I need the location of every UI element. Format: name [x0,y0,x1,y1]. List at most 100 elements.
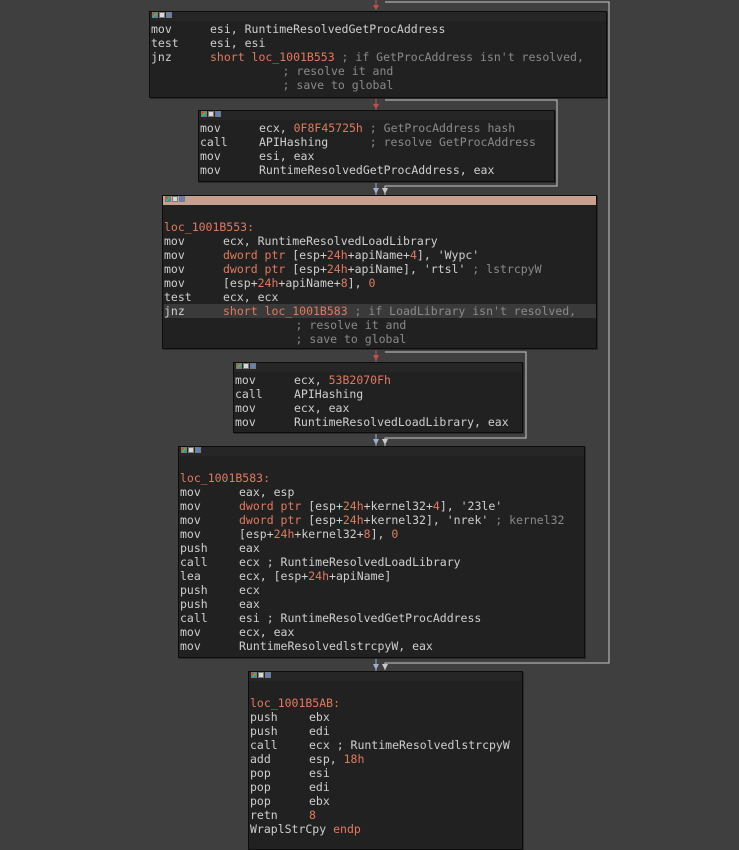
code-block-1[interactable]: mov esi, RuntimeResolvedGetProcAddress tes… [149,11,607,98]
operand[interactable]: 24h [308,569,329,583]
operand[interactable]: 8 [364,527,371,541]
operand[interactable]: 'Wypc' [438,248,480,262]
label-ref[interactable]: dword ptr [223,262,292,276]
graph-color-icon[interactable] [251,672,257,678]
instruction-line[interactable]: mov dword ptr [esp+24h+kernel32], 'nrek' … [180,513,584,527]
operand[interactable]: RuntimeResolvedlstrcpyW, eax [239,639,433,653]
operand[interactable]: 4 [410,248,417,262]
operand[interactable]: 8 [341,276,348,290]
operand[interactable]: ebx [309,794,330,808]
mnemonic[interactable]: mov [164,262,223,276]
instruction-line[interactable]: mov RuntimeResolvedGetProcAddress, eax [200,163,554,177]
operand[interactable]: [esp+ [308,513,343,527]
mnemonic[interactable]: mov [151,22,210,36]
operand[interactable]: eax, esp [239,485,294,499]
operand[interactable]: ], [417,248,438,262]
graph-color-icon[interactable] [181,447,187,453]
mnemonic[interactable]: push [250,710,309,724]
operand[interactable]: esp, [309,752,344,766]
operand[interactable]: esi, RuntimeResolvedGetProcAddress [210,22,445,36]
operand[interactable]: +apiName+ [348,248,410,262]
label-line[interactable]: ; save to global [151,78,606,92]
mnemonic[interactable]: test [164,290,223,304]
operand[interactable]: +kernel32+ [294,527,363,541]
instruction-line[interactable]: mov ecx, RuntimeResolvedLoadLibrary [164,234,596,248]
operand[interactable]: esi, eax [259,149,314,163]
mnemonic[interactable]: push [250,724,309,738]
operand[interactable]: ecx, eax [294,401,349,415]
edit-icon[interactable] [243,363,249,369]
mnemonic[interactable]: call [200,135,259,149]
operand[interactable]: 24h [327,248,348,262]
code-block-3[interactable]: loc_1001B553: mov ecx, RuntimeResolvedLoad… [162,195,597,349]
operand[interactable]: ecx, [294,373,329,387]
code-block-6[interactable]: loc_1001B5AB: push ebx push edi call ecx ; Run… [248,671,523,850]
operand[interactable]: 18h [344,752,365,766]
instruction-line[interactable]: call ecx ; RuntimeResolvedLoadLibrary [180,555,584,569]
label-line[interactable]: ; resolve it and [164,318,596,332]
edit-icon[interactable] [188,447,194,453]
instruction-line[interactable]: mov ecx, 0F8F45725h ; GetProcAddress hash [200,121,554,135]
operand[interactable]: +apiName], [348,262,424,276]
mnemonic[interactable]: mov [180,499,239,513]
operand[interactable]: RuntimeResolvedGetProcAddress, eax [259,163,494,177]
operand[interactable]: 24h [343,513,364,527]
label-ref[interactable]: dword ptr [239,499,308,513]
instruction-line[interactable]: mov [esp+24h+apiName+8], 0 [164,276,596,290]
mnemonic[interactable]: add [250,752,309,766]
edit-icon[interactable] [208,111,214,117]
operand[interactable]: 24h [258,276,279,290]
label-ref[interactable]: short loc_1001B583 [223,304,348,318]
instruction-line[interactable]: mov RuntimeResolvedLoadLibrary, eax [235,415,522,429]
mnemonic[interactable]: mov [164,248,223,262]
label-line[interactable]: loc_1001B553: [164,220,596,234]
operand[interactable]: esi [309,766,330,780]
code-block-2[interactable]: mov ecx, 0F8F45725h ; GetProcAddress hash… [198,110,555,182]
instruction-line[interactable]: mov dword ptr [esp+24h+apiName], 'rtsl' ;… [164,262,596,276]
label-ref[interactable]: dword ptr [223,248,292,262]
label-line[interactable]: loc_1001B5AB: [250,696,522,710]
operand[interactable]: ecx ; RuntimeResolvedlstrcpyW [309,738,510,752]
graph-color-icon[interactable] [236,363,242,369]
operand[interactable]: RuntimeResolvedLoadLibrary, eax [294,415,509,429]
operand[interactable]: eax [239,541,260,555]
instruction-line[interactable]: mov RuntimeResolvedlstrcpyW, eax [180,639,584,653]
graph-color-icon[interactable] [152,12,158,18]
operand[interactable]: +kernel32+ [364,499,433,513]
instruction-line[interactable]: call ecx ; RuntimeResolvedlstrcpyW [250,738,522,752]
operand[interactable]: ], [440,499,461,513]
list-icon[interactable] [179,196,185,202]
list-icon[interactable] [166,12,172,18]
blank-line[interactable] [164,206,596,220]
operand[interactable]: [esp+ [292,248,327,262]
mnemonic[interactable]: lea [180,569,239,583]
mnemonic[interactable]: push [180,541,239,555]
mnemonic[interactable]: mov [200,121,259,135]
label-ref[interactable]: loc_1001B583: [180,471,270,485]
operand[interactable]: 'rtsl' [424,262,466,276]
operand[interactable]: ecx, [esp+ [239,569,308,583]
operand[interactable]: 0F8F45725h [294,121,363,135]
operand[interactable]: 8 [309,808,316,822]
mnemonic[interactable]: call [235,387,294,401]
instruction-line[interactable]: push eax [180,541,584,555]
mnemonic[interactable]: call [180,555,239,569]
operand[interactable]: 24h [343,499,364,513]
operand[interactable]: WraplStrCpy [250,822,333,836]
operand[interactable]: 'nrek' [447,513,489,527]
operand[interactable]: 24h [274,527,295,541]
mnemonic[interactable]: test [151,36,210,50]
instruction-line[interactable]: test esi, esi [151,36,606,50]
label-ref[interactable]: short loc_1001B553 [210,50,335,64]
code-block-4[interactable]: mov ecx, 53B2070Fh call APIHashing mov ecx, e… [233,362,523,433]
instruction-line[interactable]: mov dword ptr [esp+24h+apiName+4], 'Wypc' [164,248,596,262]
instruction-line[interactable]: jnz short loc_1001B553 ; if GetProcAddres… [151,50,606,64]
operand[interactable]: +kernel32], [364,513,447,527]
graph-color-icon[interactable] [201,111,207,117]
instruction-line[interactable]: lea ecx, [esp+24h+apiName] [180,569,584,583]
mnemonic[interactable]: jnz [164,304,223,318]
label-ref[interactable]: endp [333,822,361,836]
list-icon[interactable] [250,363,256,369]
operand[interactable]: ecx, eax [239,625,294,639]
operand[interactable]: 0 [368,276,375,290]
